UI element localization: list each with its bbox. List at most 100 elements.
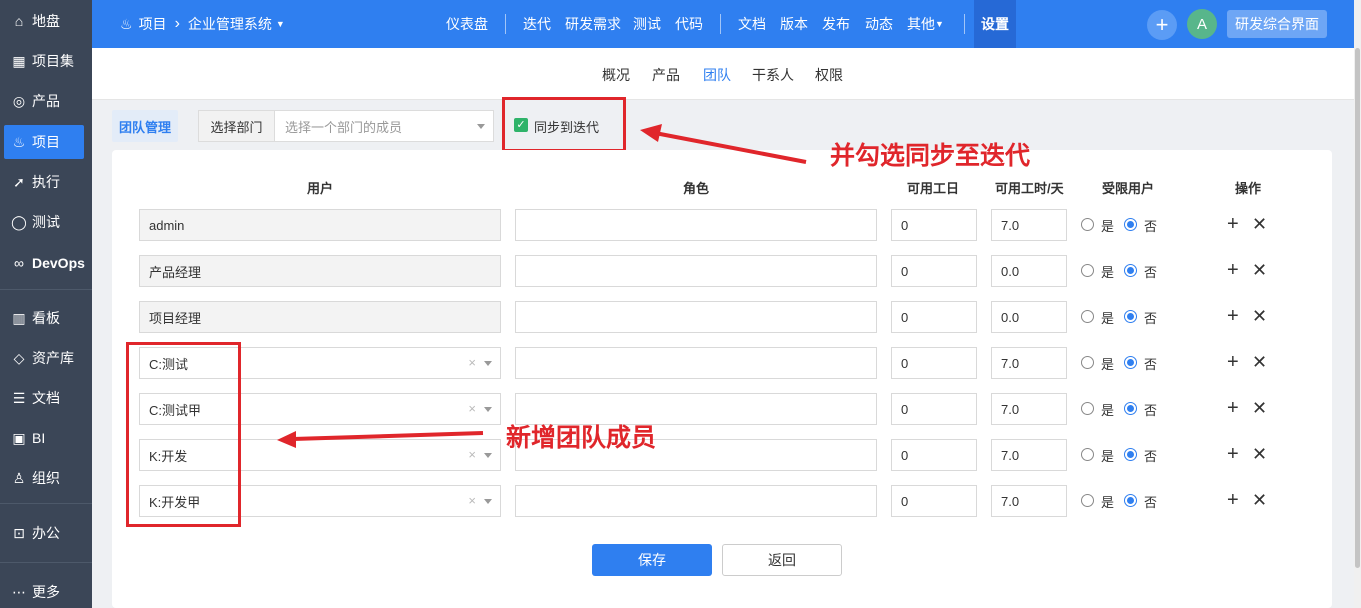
role-field[interactable] <box>515 485 877 517</box>
sidebar-item-docs[interactable]: ☰ 文档 <box>4 381 112 415</box>
nav-docs[interactable]: 文档 <box>738 0 766 48</box>
role-field[interactable] <box>515 209 877 241</box>
limited-no-radio[interactable] <box>1124 264 1137 277</box>
nav-code[interactable]: 代码 <box>675 0 703 48</box>
clear-icon[interactable]: × <box>468 401 476 416</box>
scrollbar-thumb[interactable] <box>1355 48 1360 568</box>
clear-icon[interactable]: × <box>468 493 476 508</box>
sidebar-item-project[interactable]: ♨ 项目 <box>4 125 84 159</box>
limited-yes-radio[interactable] <box>1081 402 1094 415</box>
env-switch-button[interactable]: 研发综合界面 <box>1227 10 1327 38</box>
tab-stakeholders[interactable]: 干系人 <box>752 65 794 85</box>
add-row-icon[interactable]: + <box>1227 444 1239 464</box>
delete-row-icon[interactable]: ✕ <box>1252 214 1267 234</box>
days-field[interactable]: 0 <box>891 347 977 379</box>
sync-checkbox-label[interactable]: 同步到迭代 <box>534 117 599 136</box>
hours-field[interactable]: 7.0 <box>991 485 1067 517</box>
nav-version[interactable]: 版本 <box>780 0 808 48</box>
nav-release[interactable]: 发布 <box>822 0 850 48</box>
add-row-icon[interactable]: + <box>1227 398 1239 418</box>
nav-activity[interactable]: 动态 <box>865 0 893 48</box>
add-row-icon[interactable]: + <box>1227 260 1239 280</box>
role-field[interactable] <box>515 301 877 333</box>
add-row-icon[interactable]: + <box>1227 352 1239 372</box>
diamond-icon: ◇ <box>13 349 25 366</box>
add-row-icon[interactable]: + <box>1227 214 1239 234</box>
hours-field[interactable]: 0.0 <box>991 301 1067 333</box>
limited-yes-radio[interactable] <box>1081 356 1094 369</box>
infinity-icon: ∞ <box>14 255 24 271</box>
add-icon[interactable]: + <box>1147 10 1177 40</box>
limited-yes-radio[interactable] <box>1081 264 1094 277</box>
limited-yes-radio[interactable] <box>1081 310 1094 323</box>
hours-field[interactable]: 7.0 <box>991 347 1067 379</box>
delete-row-icon[interactable]: ✕ <box>1252 398 1267 418</box>
sidebar-item-kanban[interactable]: ▥ 看板 <box>4 301 112 335</box>
limited-no-radio[interactable] <box>1124 356 1137 369</box>
sidebar-item-execution[interactable]: ➚ 执行 <box>4 165 112 199</box>
dept-select[interactable]: 选择一个部门的成员 <box>274 110 494 142</box>
back-button[interactable]: 返回 <box>722 544 842 576</box>
hours-field[interactable]: 7.0 <box>991 209 1067 241</box>
user-field[interactable]: 产品经理 <box>139 255 501 287</box>
limited-yes-radio[interactable] <box>1081 448 1094 461</box>
delete-row-icon[interactable]: ✕ <box>1252 260 1267 280</box>
delete-row-icon[interactable]: ✕ <box>1252 352 1267 372</box>
delete-row-icon[interactable]: ✕ <box>1252 306 1267 326</box>
nav-dashboard[interactable]: 仪表盘 <box>446 0 488 48</box>
tab-overview[interactable]: 概况 <box>602 65 630 85</box>
role-field[interactable] <box>515 255 877 287</box>
user-field[interactable]: 项目经理 <box>139 301 501 333</box>
days-field[interactable]: 0 <box>891 209 977 241</box>
hours-field[interactable]: 7.0 <box>991 393 1067 425</box>
user-field[interactable]: admin <box>139 209 501 241</box>
days-field[interactable]: 0 <box>891 301 977 333</box>
days-value: 0 <box>901 355 909 371</box>
role-field[interactable] <box>515 347 877 379</box>
hours-field[interactable]: 0.0 <box>991 255 1067 287</box>
sidebar-item-devops[interactable]: ∞ DevOps <box>4 246 112 280</box>
limited-no-radio[interactable] <box>1124 448 1137 461</box>
breadcrumb-root[interactable]: 项目 <box>139 14 167 34</box>
limited-no-radio[interactable] <box>1124 494 1137 507</box>
sidebar-divider <box>0 562 92 563</box>
chevron-down-icon[interactable]: ▼ <box>935 0 944 48</box>
limited-no-radio[interactable] <box>1124 310 1137 323</box>
nav-other[interactable]: 其他 <box>907 0 935 48</box>
sidebar-item-bi[interactable]: ▣ BI <box>4 421 112 455</box>
nav-test[interactable]: 测试 <box>633 0 661 48</box>
clear-icon[interactable]: × <box>468 355 476 370</box>
days-field[interactable]: 0 <box>891 393 977 425</box>
save-button[interactable]: 保存 <box>592 544 712 576</box>
days-field[interactable]: 0 <box>891 255 977 287</box>
add-row-icon[interactable]: + <box>1227 490 1239 510</box>
sidebar-item-more[interactable]: ⋯ 更多 <box>4 575 112 608</box>
limited-yes-radio[interactable] <box>1081 494 1094 507</box>
delete-row-icon[interactable]: ✕ <box>1252 490 1267 510</box>
limited-no-radio[interactable] <box>1124 218 1137 231</box>
hours-field[interactable]: 7.0 <box>991 439 1067 471</box>
bi-icon: ▣ <box>12 429 26 446</box>
chevron-down-icon[interactable]: ▼ <box>276 19 285 29</box>
tab-product[interactable]: 产品 <box>652 65 680 85</box>
limited-no-radio[interactable] <box>1124 402 1137 415</box>
avatar[interactable]: A <box>1187 9 1217 39</box>
tab-team[interactable]: 团队 <box>703 65 731 85</box>
days-field[interactable]: 0 <box>891 439 977 471</box>
tab-permissions[interactable]: 权限 <box>815 65 843 85</box>
tab-settings[interactable]: 设置 <box>974 0 1016 48</box>
sidebar-item-org[interactable]: ♙ 组织 <box>4 461 112 495</box>
sidebar-item-office[interactable]: ⊡ 办公 <box>4 516 112 550</box>
sync-checkbox[interactable]: ✓ <box>514 118 528 132</box>
nav-requirements[interactable]: 研发需求 <box>565 0 621 48</box>
add-row-icon[interactable]: + <box>1227 306 1239 326</box>
sidebar-item-assets[interactable]: ◇ 资产库 <box>4 341 112 375</box>
clear-icon[interactable]: × <box>468 447 476 462</box>
limited-yes-radio[interactable] <box>1081 218 1094 231</box>
delete-row-icon[interactable]: ✕ <box>1252 444 1267 464</box>
nav-iteration[interactable]: 迭代 <box>523 0 551 48</box>
breadcrumb-project[interactable]: 企业管理系统 <box>188 14 272 34</box>
limited-no-label: 否 <box>1144 311 1158 326</box>
sidebar-item-test[interactable]: ◯ 测试 <box>4 205 112 239</box>
days-field[interactable]: 0 <box>891 485 977 517</box>
